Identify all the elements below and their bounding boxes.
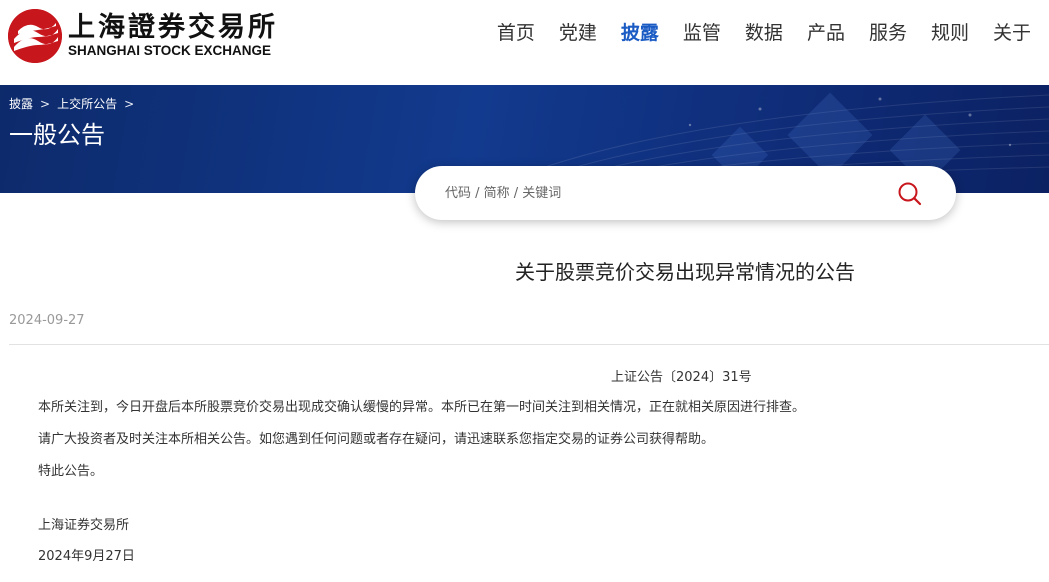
nav-item-services[interactable]: 服务 [857,18,919,48]
nav-item-party[interactable]: 党建 [547,18,609,48]
publish-date: 2024-09-27 [9,313,85,328]
nav-item-home[interactable]: 首页 [485,18,547,48]
article-paragraph: 请广大投资者及时关注本所相关公告。如您遇到任何问题或者存在疑问，请迅速联系您指定… [38,432,715,447]
search-box [415,166,956,220]
sign-date: 2024年9月27日 [38,549,135,564]
site-header: 上海證券交易所 SHANGHAI STOCK EXCHANGE 首页 党建 披露… [0,0,1049,85]
breadcrumb-disclosure[interactable]: 披露 [9,95,33,112]
search-input[interactable] [443,180,883,206]
main-nav: 首页 党建 披露 监管 数据 产品 服务 规则 关于 [485,18,1043,48]
sse-logo[interactable]: 上海證券交易所 SHANGHAI STOCK EXCHANGE [8,8,278,64]
nav-item-supervision[interactable]: 监管 [671,18,733,48]
article-paragraph: 特此公告。 [38,464,104,479]
nav-item-disclosure[interactable]: 披露 [609,18,671,48]
chevron-right-icon: > [40,96,51,111]
search-icon [898,182,922,206]
breadcrumb-sse-announcements[interactable]: 上交所公告 [57,95,117,112]
document-number: 上证公告〔2024〕31号 [611,370,752,385]
article-title: 关于股票竞价交易出现异常情况的公告 [515,260,855,284]
search-button[interactable] [896,180,924,208]
nav-item-products[interactable]: 产品 [795,18,857,48]
article-paragraph: 本所关注到，今日开盘后本所股票竞价交易出现成交确认缓慢的异常。本所已在第一时间关… [38,400,806,415]
breadcrumb: 披露 > 上交所公告 > [9,95,141,112]
logo-english-name: SHANGHAI STOCK EXCHANGE [68,43,272,58]
nav-item-data[interactable]: 数据 [733,18,795,48]
divider [9,344,1049,345]
page-title: 一般公告 [9,121,105,149]
nav-item-about[interactable]: 关于 [981,18,1043,48]
signer: 上海证券交易所 [38,518,130,533]
logo-chinese-name: 上海證券交易所 [68,12,278,43]
sse-emblem-icon [8,9,62,63]
nav-item-rules[interactable]: 规则 [919,18,981,48]
chevron-right-icon: > [124,96,135,111]
